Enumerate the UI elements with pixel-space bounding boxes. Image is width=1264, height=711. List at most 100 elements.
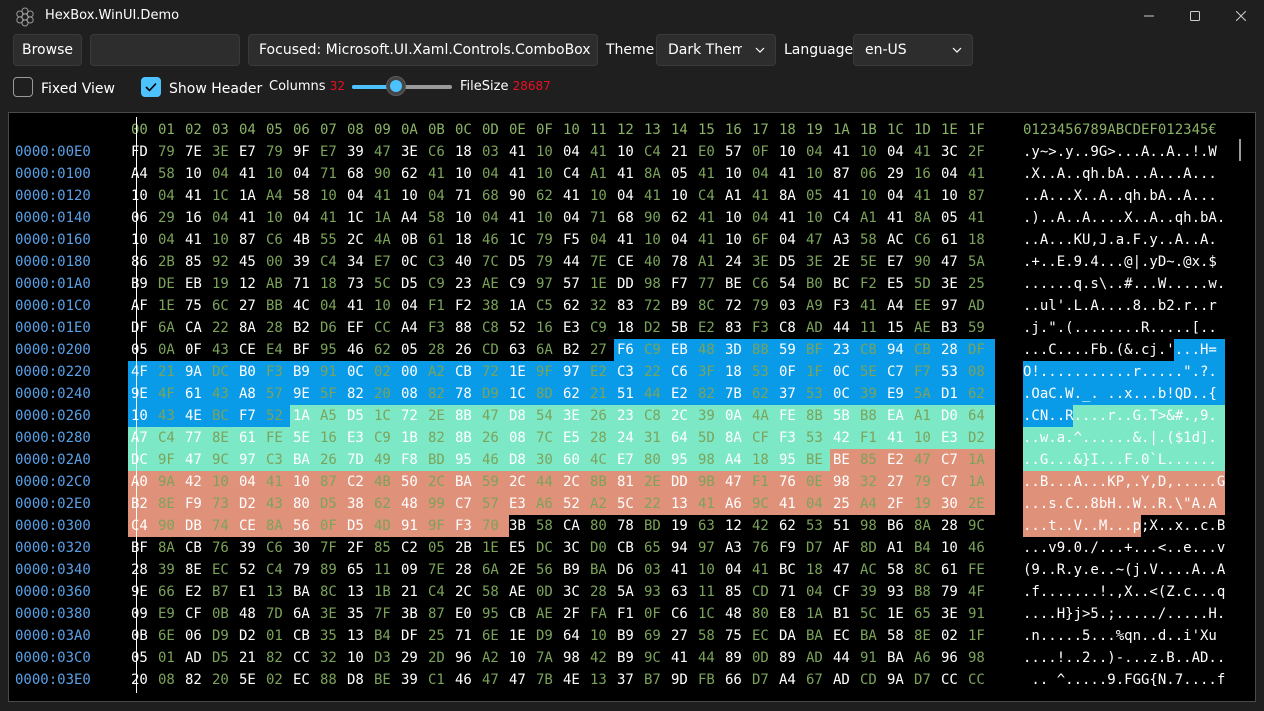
column-header: 0D — [482, 122, 499, 138]
column-header: 19 — [806, 122, 823, 138]
hex-byte: 91 — [401, 518, 418, 534]
hex-byte: 3E — [806, 254, 823, 270]
hex-byte: 2E — [428, 408, 445, 424]
hex-byte: 8A — [914, 210, 931, 226]
hex-byte: 03 — [779, 298, 796, 314]
browse-button[interactable]: Browse — [13, 34, 82, 66]
hex-byte: 88 — [320, 672, 337, 688]
hex-byte: 42 — [752, 518, 769, 534]
hex-byte: 62 — [563, 298, 580, 314]
hex-byte: 3C — [563, 540, 580, 556]
hex-byte: 41 — [509, 210, 526, 226]
focus-info-textbox[interactable]: Focused: Microsoft.UI.Xaml.Controls.Comb… — [248, 34, 598, 66]
hex-byte: F3 — [266, 364, 283, 380]
columns-slider[interactable] — [352, 76, 452, 96]
hex-byte: 48 — [725, 606, 742, 622]
hex-byte: 10 — [941, 540, 958, 556]
hex-byte: 8E — [158, 496, 175, 512]
vertical-scrollbar[interactable] — [1239, 139, 1241, 161]
hex-byte: 08 — [158, 672, 175, 688]
hex-byte: 03 — [482, 144, 499, 160]
hex-byte: 57 — [563, 276, 580, 292]
hex-byte: B7 — [644, 672, 661, 688]
hex-byte: 3E — [941, 606, 958, 622]
columns-slider-thumb[interactable] — [386, 76, 406, 96]
hex-byte: 62 — [536, 188, 553, 204]
hex-byte: 56 — [293, 518, 310, 534]
hex-byte: B8 — [860, 408, 877, 424]
hex-byte: 10 — [860, 144, 877, 160]
hex-byte: 10 — [266, 210, 283, 226]
hex-editor[interactable]: 00 01 02 03 04 05 06 07 08 09 0A 0B 0C 0D 0E 0F 10 11 12 13… — [8, 112, 1256, 702]
hex-byte: EB — [185, 276, 202, 292]
language-combobox[interactable]: en-US — [853, 34, 973, 66]
hex-byte: D5 — [779, 254, 796, 270]
hex-byte: A1 — [914, 408, 931, 424]
hex-byte: 18 — [455, 144, 472, 160]
hex-byte: D9 — [212, 628, 229, 644]
hex-byte: C2 — [401, 540, 418, 556]
hex-byte: 82 — [428, 430, 445, 446]
hex-byte: 10 — [131, 232, 148, 248]
hex-byte: 0C — [833, 364, 850, 380]
hex-byte: 97 — [536, 276, 553, 292]
hex-byte: 8C — [698, 298, 715, 314]
hex-byte: 65 — [914, 606, 931, 622]
hex-byte: A1 — [887, 540, 904, 556]
hex-byte: 2C — [428, 474, 445, 490]
hex-byte: 05 — [131, 342, 148, 358]
hex-byte: B9 — [617, 650, 634, 666]
hex-byte: 41 — [779, 210, 796, 226]
file-path-input[interactable] — [90, 34, 240, 66]
column-header: 12 — [617, 122, 634, 138]
hex-byte: 58 — [536, 518, 553, 534]
hex-byte: 82 — [428, 386, 445, 402]
hex-byte: 3C — [941, 144, 958, 160]
hex-byte: A4 — [266, 188, 283, 204]
hex-byte: 10 — [725, 210, 742, 226]
hex-byte: 18 — [725, 364, 742, 380]
close-button[interactable] — [1218, 0, 1264, 32]
hex-byte: 9E — [131, 386, 148, 402]
fixed-view-checkbox[interactable] — [13, 77, 33, 97]
hex-byte: 18 — [806, 562, 823, 578]
hex-byte: E3 — [941, 430, 958, 446]
hex-byte: 6A — [293, 606, 310, 622]
hex-byte: 8C — [320, 584, 337, 600]
hex-byte: 41 — [752, 188, 769, 204]
hex-byte: FE — [779, 408, 796, 424]
hex-byte: A4 — [887, 298, 904, 314]
hex-byte: 27 — [887, 474, 904, 490]
hex-byte: CB — [293, 628, 310, 644]
show-header-checkbox[interactable] — [141, 77, 161, 97]
hex-byte: 13 — [671, 496, 688, 512]
hex-byte: AC — [887, 232, 904, 248]
hex-byte: 77 — [185, 430, 202, 446]
hex-byte: 67 — [806, 672, 823, 688]
hex-byte: B0 — [239, 364, 256, 380]
column-header: 08 — [347, 122, 364, 138]
hex-byte: 3E — [752, 254, 769, 270]
theme-combobox[interactable]: Dark Theme — [656, 34, 776, 66]
minimize-button[interactable] — [1126, 0, 1172, 32]
hex-byte: E7 — [887, 254, 904, 270]
hex-byte: 9E — [131, 584, 148, 600]
hex-byte: 47 — [482, 672, 499, 688]
column-header: 1F — [968, 122, 985, 138]
hex-byte: 04 — [239, 474, 256, 490]
hex-byte: 98 — [563, 650, 580, 666]
hex-byte: 04 — [671, 232, 688, 248]
hex-byte: 61 — [428, 232, 445, 248]
hex-byte: 10 — [644, 232, 661, 248]
hex-byte: 78 — [455, 386, 472, 402]
hex-byte: A5 — [320, 408, 337, 424]
hex-byte: 2B — [455, 540, 472, 556]
hex-byte: 3B — [509, 518, 526, 534]
hex-byte: AD — [968, 298, 985, 314]
maximize-button[interactable] — [1172, 0, 1218, 32]
hex-byte: 3E — [941, 276, 958, 292]
hex-byte: C4 — [698, 188, 715, 204]
hex-byte: 04 — [779, 232, 796, 248]
hex-byte: AD — [833, 672, 850, 688]
hex-byte: 22 — [644, 364, 661, 380]
